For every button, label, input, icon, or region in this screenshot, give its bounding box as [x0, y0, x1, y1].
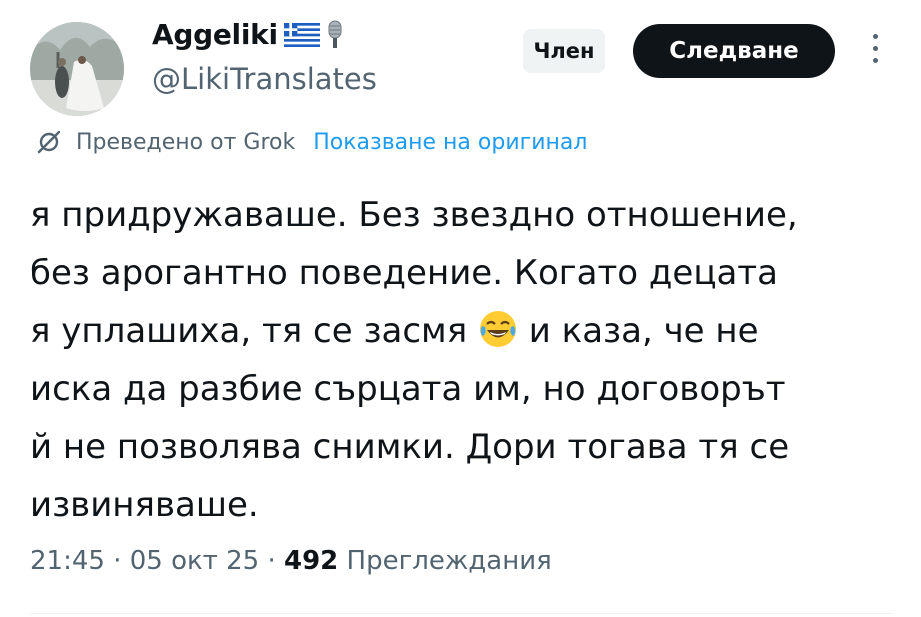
- views-count: 492: [284, 546, 339, 576]
- microphone-icon: [328, 20, 342, 48]
- more-options-icon[interactable]: [868, 34, 882, 70]
- greece-flag-icon: [283, 22, 320, 47]
- tweet-meta: 21:45 · 05 окт 25 · 492 Преглеждания: [30, 546, 552, 576]
- avatar[interactable]: [30, 22, 124, 116]
- tweet-time[interactable]: 21:45: [30, 546, 105, 576]
- translation-info: Преведено от Grok Показване на оригинал: [36, 127, 587, 157]
- meta-separator: ·: [113, 546, 122, 576]
- show-original-link[interactable]: Показване на оригинал: [313, 130, 587, 155]
- avatar-photo: [30, 22, 124, 116]
- author-handle[interactable]: @LikiTranslates: [152, 62, 377, 96]
- author-display-name[interactable]: Aggeliki: [152, 18, 278, 51]
- translated-by-label: Преведено от Grok: [76, 129, 296, 155]
- tweet-text: я придружаваше. Без звездно отношение, б…: [30, 186, 910, 534]
- member-badge[interactable]: Член: [523, 29, 605, 73]
- divider: [30, 613, 893, 614]
- tweet-date[interactable]: 05 окт 25: [130, 546, 259, 576]
- author-name-row[interactable]: Aggeliki: [152, 18, 344, 51]
- grok-icon: [37, 130, 61, 154]
- follow-button[interactable]: Следване: [633, 24, 835, 78]
- meta-separator: ·: [267, 546, 276, 576]
- tears-of-joy-emoji-icon: [479, 311, 516, 347]
- views-label: Преглеждания: [346, 546, 552, 576]
